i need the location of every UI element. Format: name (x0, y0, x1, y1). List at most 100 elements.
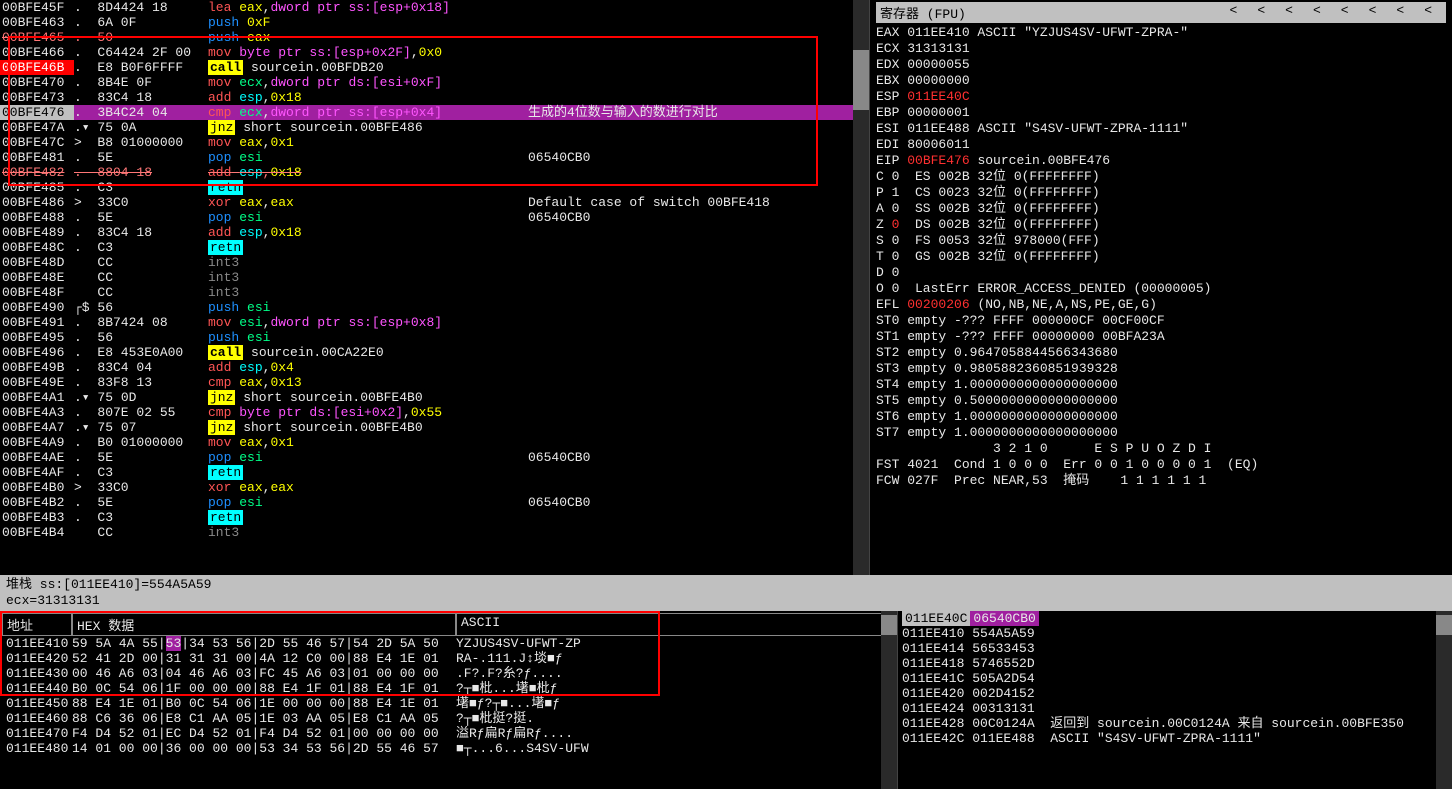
disasm-comment (528, 90, 869, 105)
disasm-row[interactable]: 00BFE488. 5Epop esi06540CB0 (0, 210, 869, 225)
hex-row[interactable]: 011EE43000 46 A6 03|04 46 A6 03|FC 45 A6… (2, 666, 895, 681)
disasm-row[interactable]: 00BFE466. C64424 2F 00mov byte ptr ss:[e… (0, 45, 869, 60)
register-line[interactable]: EFL 00200206 (NO,NB,NE,A,NS,PE,GE,G) (876, 297, 1446, 313)
disasm-row[interactable]: 00BFE47C> B8 01000000mov eax,0x1 (0, 135, 869, 150)
disasm-row[interactable]: 00BFE482. 8804 18add esp,0x18 (0, 165, 869, 180)
disasm-row[interactable]: 00BFE470. 8B4E 0Fmov ecx,dword ptr ds:[e… (0, 75, 869, 90)
register-line[interactable]: C 0 ES 002B 32位 0(FFFFFFFF) (876, 169, 1446, 185)
registers-title: 寄存器 (FPU) (880, 3, 966, 22)
disasm-row[interactable]: 00BFE4B2. 5Epop esi06540CB0 (0, 495, 869, 510)
register-line[interactable]: ST1 empty -??? FFFF 00000000 00BFA23A (876, 329, 1446, 345)
hex-dump-pane[interactable]: 地址 HEX 数据 ASCII 011EE41059 5A 4A 55|53|3… (0, 611, 898, 789)
register-line[interactable]: ECX 31313131 (876, 41, 1446, 57)
disasm-asm: add esp,0x18 (208, 225, 528, 240)
disasm-row[interactable]: 00BFE489. 83C4 18add esp,0x18 (0, 225, 869, 240)
disasm-row[interactable]: 00BFE4A7.▾ 75 07jnz short sourcein.00BFE… (0, 420, 869, 435)
disasm-row[interactable]: 00BFE4B3. C3retn (0, 510, 869, 525)
register-line[interactable]: ST0 empty -??? FFFF 000000CF 00CF00CF (876, 313, 1446, 329)
disasm-row[interactable]: 00BFE4B0> 33C0xor eax,eax (0, 480, 869, 495)
hex-row[interactable]: 011EE41059 5A 4A 55|53|34 53 56|2D 55 46… (2, 636, 895, 651)
hex-row[interactable]: 011EE42052 41 2D 00|31 31 31 00|4A 12 C0… (2, 651, 895, 666)
disasm-row[interactable]: 00BFE4A3. 807E 02 55cmp byte ptr ds:[esi… (0, 405, 869, 420)
register-line[interactable]: FST 4021 Cond 1 0 0 0 Err 0 0 1 0 0 0 0 … (876, 457, 1446, 473)
register-line[interactable]: EIP 00BFE476 sourcein.00BFE476 (876, 153, 1446, 169)
hex-row[interactable]: 011EE470F4 D4 52 01|EC D4 52 01|F4 D4 52… (2, 726, 895, 741)
stack-scrollbar[interactable] (1436, 611, 1452, 789)
disasm-row[interactable]: 00BFE48F CCint3 (0, 285, 869, 300)
stack-row[interactable]: 011EE410 554A5A59 (898, 626, 1452, 641)
register-line[interactable]: ESI 011EE488 ASCII "S4SV-UFWT-ZPRA-1111" (876, 121, 1446, 137)
disasm-row[interactable]: 00BFE476. 3B4C24 04cmp ecx,dword ptr ss:… (0, 105, 869, 120)
disasm-row[interactable]: 00BFE495. 56push esi (0, 330, 869, 345)
disasm-comment (528, 75, 869, 90)
disasm-row[interactable]: 00BFE485. C3retn (0, 180, 869, 195)
disasm-row[interactable]: 00BFE486> 33C0xor eax,eaxDefault case of… (0, 195, 869, 210)
register-line[interactable]: FCW 027F Prec NEAR,53 掩码 1 1 1 1 1 1 (876, 473, 1446, 489)
disasm-bytes: CC (74, 285, 208, 300)
disasm-scrollbar[interactable] (853, 0, 869, 575)
disasm-row[interactable]: 00BFE4B4 CCint3 (0, 525, 869, 540)
stack-row[interactable]: 011EE40C 06540CB0 (898, 611, 1452, 626)
disasm-row[interactable]: 00BFE46B. E8 B0F6FFFFcall sourcein.00BFD… (0, 60, 869, 75)
disasm-row[interactable]: 00BFE48E CCint3 (0, 270, 869, 285)
registers-pane[interactable]: 寄存器 (FPU) <<<<<<<< EAX 011EE410 ASCII "Y… (870, 0, 1452, 575)
register-line[interactable]: ST5 empty 0.5000000000000000000 (876, 393, 1446, 409)
disasm-row[interactable]: 00BFE491. 8B7424 08mov esi,dword ptr ss:… (0, 315, 869, 330)
hex-row[interactable]: 011EE46088 C6 36 06|E8 C1 AA 05|1E 03 AA… (2, 711, 895, 726)
disasm-row[interactable]: 00BFE48C. C3retn (0, 240, 869, 255)
hex-row[interactable]: 011EE48014 01 00 00|36 00 00 00|53 34 53… (2, 741, 895, 756)
disasm-row[interactable]: 00BFE473. 83C4 18add esp,0x18 (0, 90, 869, 105)
disasm-row[interactable]: 00BFE4AF. C3retn (0, 465, 869, 480)
register-line[interactable]: P 1 CS 0023 32位 0(FFFFFFFF) (876, 185, 1446, 201)
stack-row[interactable]: 011EE424 00313131 (898, 701, 1452, 716)
stack-value: 06540CB0 (970, 611, 1038, 626)
stack-row[interactable]: 011EE414 56533453 (898, 641, 1452, 656)
register-line[interactable]: T 0 GS 002B 32位 0(FFFFFFFF) (876, 249, 1446, 265)
disasm-row[interactable]: 00BFE48D CCint3 (0, 255, 869, 270)
hex-row[interactable]: 011EE440B0 0C 54 06|1F 00 00 00|88 E4 1F… (2, 681, 895, 696)
stack-row[interactable]: 011EE428 00C0124A 返回到 sourcein.00C0124A … (898, 716, 1452, 731)
disasm-row[interactable]: 00BFE49B. 83C4 04add esp,0x4 (0, 360, 869, 375)
register-line[interactable]: EAX 011EE410 ASCII "YZJUS4SV-UFWT-ZPRA-" (876, 25, 1446, 41)
register-line[interactable]: ESP 011EE40C (876, 89, 1446, 105)
disasm-asm: push esi (208, 330, 528, 345)
hex-scrollbar[interactable] (881, 611, 897, 789)
stack-row[interactable]: 011EE420 002D4152 (898, 686, 1452, 701)
register-line[interactable]: ST3 empty 0.9805882360851939328 (876, 361, 1446, 377)
register-line[interactable]: Z 0 DS 002B 32位 0(FFFFFFFF) (876, 217, 1446, 233)
stack-pane[interactable]: 011EE40C 06540CB0011EE410 554A5A59011EE4… (898, 611, 1452, 789)
stack-row[interactable]: 011EE41C 505A2D54 (898, 671, 1452, 686)
register-line[interactable]: D 0 (876, 265, 1446, 281)
disasm-row[interactable]: 00BFE4A9. B0 01000000mov eax,0x1 (0, 435, 869, 450)
disasm-row[interactable]: 00BFE465. 50push eax (0, 30, 869, 45)
disasm-row[interactable]: 00BFE49E. 83F8 13cmp eax,0x13 (0, 375, 869, 390)
disasm-row[interactable]: 00BFE496. E8 453E0A00call sourcein.00CA2… (0, 345, 869, 360)
register-line[interactable]: EDX 00000055 (876, 57, 1446, 73)
disasm-addr: 00BFE48F (0, 285, 74, 300)
register-line[interactable]: ST6 empty 1.0000000000000000000 (876, 409, 1446, 425)
register-line[interactable]: ST7 empty 1.0000000000000000000 (876, 425, 1446, 441)
register-line[interactable]: EBP 00000001 (876, 105, 1446, 121)
disassembly-pane[interactable]: 00BFE45F. 8D4424 18lea eax,dword ptr ss:… (0, 0, 870, 575)
disasm-comment (528, 360, 869, 375)
disasm-row[interactable]: 00BFE4AE. 5Epop esi06540CB0 (0, 450, 869, 465)
registers-nav[interactable]: <<<<<<<< (1220, 3, 1443, 22)
disasm-row[interactable]: 00BFE45F. 8D4424 18lea eax,dword ptr ss:… (0, 0, 869, 15)
stack-row[interactable]: 011EE418 5746552D (898, 656, 1452, 671)
register-line[interactable]: 3 2 1 0 E S P U O Z D I (876, 441, 1446, 457)
disasm-row[interactable]: 00BFE481. 5Epop esi06540CB0 (0, 150, 869, 165)
disasm-row[interactable]: 00BFE47A.▾ 75 0Ajnz short sourcein.00BFE… (0, 120, 869, 135)
register-line[interactable]: ST4 empty 1.0000000000000000000 (876, 377, 1446, 393)
register-line[interactable]: EDI 80006011 (876, 137, 1446, 153)
register-line[interactable]: EBX 00000000 (876, 73, 1446, 89)
register-line[interactable]: ST2 empty 0.9647058844566343680 (876, 345, 1446, 361)
disasm-row[interactable]: 00BFE490┌$ 56push esi (0, 300, 869, 315)
hex-row[interactable]: 011EE45088 E4 1E 01|B0 0C 54 06|1E 00 00… (2, 696, 895, 711)
disasm-row[interactable]: 00BFE463. 6A 0Fpush 0xF (0, 15, 869, 30)
register-line[interactable]: O 0 LastErr ERROR_ACCESS_DENIED (0000000… (876, 281, 1446, 297)
register-line[interactable]: S 0 FS 0053 32位 978000(FFF) (876, 233, 1446, 249)
hex-ascii: ?┬■枇...墸■枇ƒ (456, 681, 895, 696)
stack-row[interactable]: 011EE42C 011EE488 ASCII "S4SV-UFWT-ZPRA-… (898, 731, 1452, 746)
register-line[interactable]: A 0 SS 002B 32位 0(FFFFFFFF) (876, 201, 1446, 217)
disasm-row[interactable]: 00BFE4A1.▾ 75 0Djnz short sourcein.00BFE… (0, 390, 869, 405)
